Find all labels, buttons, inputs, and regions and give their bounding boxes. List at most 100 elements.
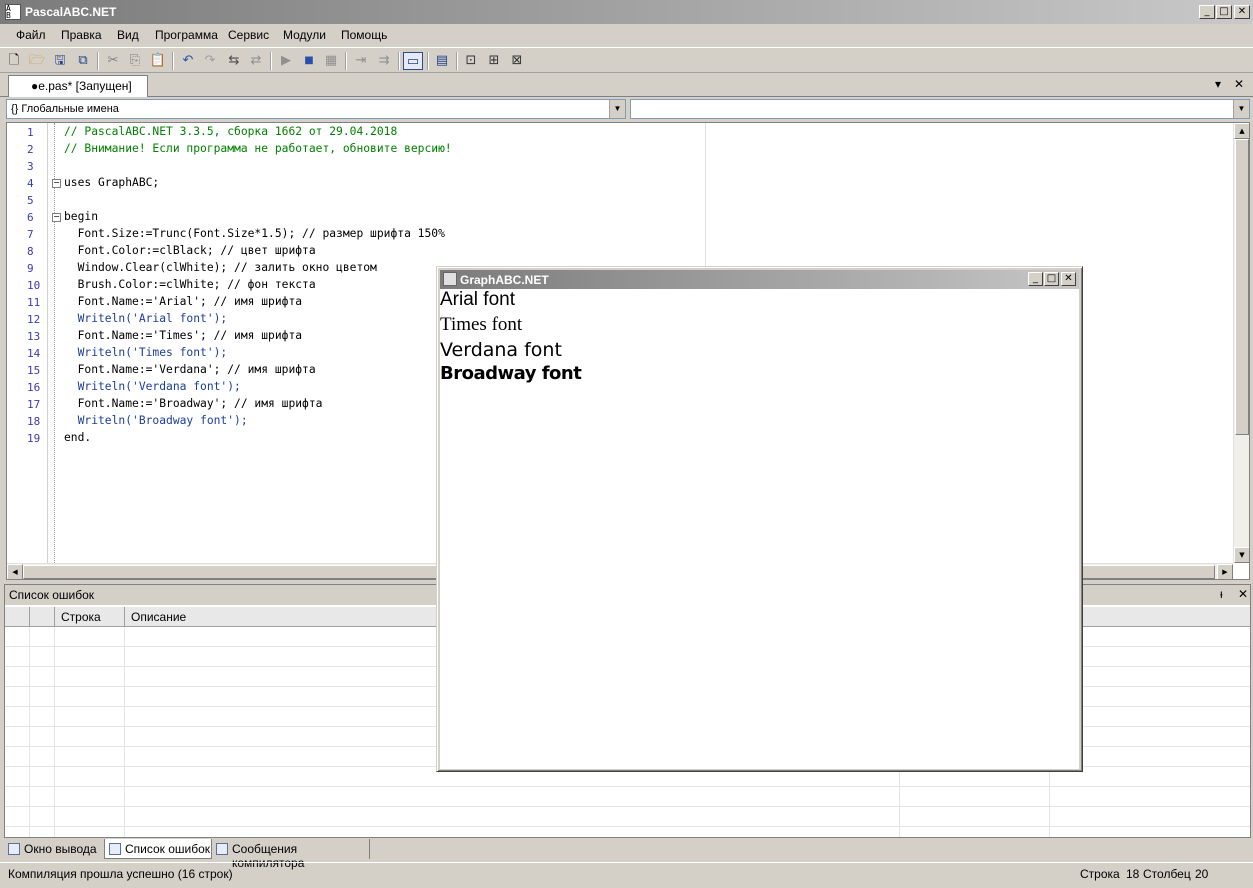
code-line: Font.Size:=Trunc(Font.Size*1.5); // разм… [64, 227, 445, 240]
line-number: 2 [27, 143, 34, 156]
code-line: Writeln('Times font'); [64, 346, 228, 359]
code-line: Font.Name:='Verdana'; // имя шрифта [64, 363, 316, 376]
fold-toggle-icon[interactable]: − [52, 213, 61, 222]
output-line-arial: Arial font [440, 289, 515, 310]
scrollbar-thumb[interactable] [1235, 139, 1249, 435]
menu-file[interactable]: Файл [16, 28, 46, 42]
graphabc-window[interactable]: GraphABC.NET _ □ ✕ Arial font Times font… [436, 266, 1083, 772]
document-tab-strip: ●e.pas* [Запущен] ▾ ✕ [0, 73, 1253, 97]
tab-e-pas[interactable]: ●e.pas* [Запущен] [8, 75, 148, 97]
tab-output-window[interactable]: Окно вывода [4, 839, 102, 859]
line-number: 4 [27, 177, 34, 190]
member-combo[interactable]: ▼ [630, 99, 1250, 119]
status-bar: Компиляция прошла успешно (16 строк) Стр… [0, 862, 1253, 886]
open-folder-icon[interactable]: 🗁 [28, 52, 46, 70]
save-icon[interactable]: 🖫 [51, 52, 69, 70]
line-number: 14 [27, 347, 41, 360]
scroll-right-icon[interactable]: ▶ [1217, 564, 1233, 579]
line-number: 15 [27, 364, 41, 377]
debug-run-icon[interactable]: ⊠ [508, 52, 526, 70]
cut-icon[interactable]: ✂ [104, 52, 122, 70]
window-icon [443, 272, 457, 286]
menu-program[interactable]: Программа [155, 28, 218, 42]
code-line: // Внимание! Если программа не работает,… [64, 142, 452, 155]
maximize-button[interactable]: □ [1216, 5, 1232, 19]
format-icon[interactable]: ▤ [433, 52, 451, 70]
code-line: Font.Name:='Broadway'; // имя шрифта [64, 397, 323, 410]
paste-icon[interactable]: 📋 [149, 52, 167, 70]
scroll-up-icon[interactable]: ▲ [1234, 123, 1249, 139]
line-number: 11 [27, 296, 41, 309]
line-number: 3 [27, 160, 34, 173]
panel-close-icon[interactable]: ✕ [1238, 587, 1248, 601]
toolbar: 🗋 🗁 🖫 ⧉ ✂ ⎘ 📋 ↶ ↷ ⇆ ⇄ ▶ ■ ▦ ⇥ ⇉ ▭ ▤ ⊡ ⊞ … [0, 47, 1253, 73]
redo-icon[interactable]: ↷ [201, 52, 219, 70]
line-number: 17 [27, 398, 41, 411]
output-window-icon[interactable]: ▭ [403, 52, 423, 70]
debug-into-icon[interactable]: ⊞ [485, 52, 503, 70]
graphabc-minimize-button[interactable]: _ [1028, 272, 1043, 286]
copy-icon[interactable]: ⎘ [126, 52, 144, 70]
column-header-row[interactable]: Строка [55, 607, 125, 627]
menu-edit[interactable]: Правка [61, 28, 102, 42]
code-line: Writeln('Arial font'); [64, 312, 228, 325]
app-title: PascalABC.NET [25, 5, 117, 19]
menu-modules[interactable]: Модули [283, 28, 326, 42]
step-in-icon[interactable]: ⇥ [352, 52, 370, 70]
status-row-value: 18 [1126, 867, 1140, 881]
output-line-times: Times font [440, 314, 523, 335]
code-line: Font.Name:='Times'; // имя шрифта [64, 329, 303, 342]
graphabc-maximize-button[interactable]: □ [1044, 272, 1059, 286]
debug-step-icon[interactable]: ⊡ [462, 52, 480, 70]
graphabc-close-button[interactable]: ✕ [1061, 272, 1076, 286]
line-number: 13 [27, 330, 41, 343]
chevron-down-icon[interactable]: ▼ [609, 100, 625, 118]
code-line: Font.Color:=clBlack; // цвет шрифта [64, 244, 316, 257]
tab-close-icon[interactable]: ✕ [1234, 77, 1244, 91]
tab-e-pas-label: ●e.pas* [Запущен] [31, 79, 132, 93]
column-header-icon[interactable] [5, 607, 30, 627]
save-all-icon[interactable]: ⧉ [74, 52, 92, 70]
app-titlebar: A BC PascalABC.NET _ □ ✕ [0, 0, 1253, 24]
chevron-down-icon[interactable]: ▼ [1233, 100, 1249, 118]
output-window-icon [8, 843, 20, 855]
line-number: 1 [27, 126, 34, 139]
fold-toggle-icon[interactable]: − [52, 179, 61, 188]
tab-error-list[interactable]: Список ошибок [104, 839, 212, 859]
status-message: Компиляция прошла успешно (16 строк) [8, 867, 233, 881]
graphabc-canvas[interactable]: Arial font Times font Verdana font Broad… [440, 289, 1079, 769]
tab-compiler-messages[interactable]: Сообщения компилятора [212, 839, 370, 870]
column-header-number[interactable] [30, 607, 55, 627]
bottom-tab-strip: Окно вывода Список ошибок Сообщения комп… [0, 838, 1253, 870]
minimize-button[interactable]: _ [1199, 5, 1215, 19]
comment-icon[interactable]: ⇆ [225, 52, 243, 70]
scroll-left-icon[interactable]: ◀ [7, 564, 23, 579]
menu-service[interactable]: Сервис [228, 28, 269, 42]
status-col-label: Столбец [1143, 867, 1191, 881]
code-line: Writeln('Verdana font'); [64, 380, 241, 393]
scroll-down-icon[interactable]: ▼ [1234, 547, 1249, 563]
tab-menu-icon[interactable]: ▾ [1215, 77, 1221, 91]
compile-icon[interactable]: ▦ [322, 52, 340, 70]
tab-output-window-label: Окно вывода [24, 842, 97, 856]
menu-view[interactable]: Вид [117, 28, 139, 42]
run-icon[interactable]: ▶ [277, 52, 295, 70]
graphabc-title: GraphABC.NET [460, 273, 549, 287]
editor-vertical-scrollbar[interactable]: ▲ ▼ [1233, 123, 1249, 563]
line-number: 18 [27, 415, 41, 428]
uncomment-icon[interactable]: ⇄ [247, 52, 265, 70]
line-number: 6 [27, 211, 34, 224]
graphabc-titlebar[interactable]: GraphABC.NET _ □ ✕ [440, 270, 1079, 289]
code-line: Writeln('Broadway font'); [64, 414, 248, 427]
stop-icon[interactable]: ■ [300, 52, 318, 70]
line-number: 8 [27, 245, 34, 258]
step-over-icon[interactable]: ⇉ [375, 52, 393, 70]
close-button[interactable]: ✕ [1234, 5, 1250, 19]
code-line: Window.Clear(clWhite); // залить окно цв… [64, 261, 377, 274]
pin-icon[interactable]: ᵻ [1220, 587, 1223, 601]
scope-combo[interactable]: {} Глобальные имена ▼ [6, 99, 626, 119]
undo-icon[interactable]: ↶ [179, 52, 197, 70]
menu-help[interactable]: Помощь [341, 28, 387, 42]
code-line: Font.Name:='Arial'; // имя шрифта [64, 295, 303, 308]
new-file-icon[interactable]: 🗋 [5, 52, 23, 70]
